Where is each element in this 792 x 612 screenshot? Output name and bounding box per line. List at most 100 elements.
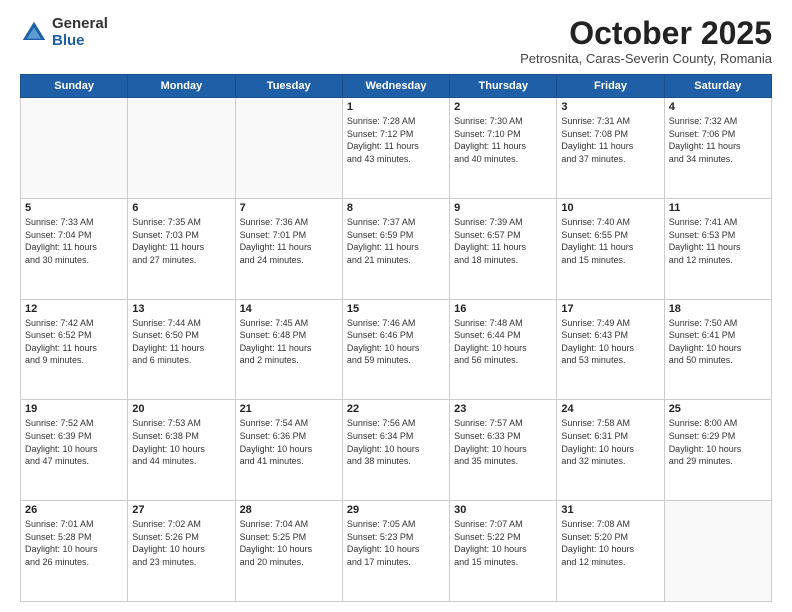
day-number: 6 <box>132 202 230 214</box>
calendar-cell: 15Sunrise: 7:46 AM Sunset: 6:46 PM Dayli… <box>342 299 449 400</box>
day-info: Sunrise: 7:53 AM Sunset: 6:38 PM Dayligh… <box>132 417 230 467</box>
title-section: October 2025 Petrosnita, Caras-Severin C… <box>520 16 772 66</box>
day-info: Sunrise: 7:33 AM Sunset: 7:04 PM Dayligh… <box>25 216 123 266</box>
calendar-table: SundayMondayTuesdayWednesdayThursdayFrid… <box>20 74 772 602</box>
calendar-cell: 9 Sunrise: 7:39 AM Sunset: 6:57 PM Daylig… <box>450 198 557 299</box>
calendar-cell: 27 Sunrise: 7:02 AM Sunset: 5:26 PM Dayli… <box>128 501 235 602</box>
day-number: 28 <box>240 504 338 516</box>
day-info: Sunrise: 7:50 AM Sunset: 6:41 PM Dayligh… <box>669 317 767 367</box>
day-number: 8 <box>347 202 445 214</box>
month-title: October 2025 <box>520 16 772 51</box>
day-number: 12 <box>25 303 123 315</box>
calendar-week-row: 26 Sunrise: 7:01 AM Sunset: 5:28 PM Dayli… <box>21 501 772 602</box>
calendar-cell: 14Sunrise: 7:45 AM Sunset: 6:48 PM Dayli… <box>235 299 342 400</box>
day-info: Sunrise: 7:57 AM Sunset: 6:33 PM Dayligh… <box>454 417 552 467</box>
day-info: Sunrise: 7:37 AM Sunset: 6:59 PM Dayligh… <box>347 216 445 266</box>
day-number: 29 <box>347 504 445 516</box>
calendar-week-row: 1 Sunrise: 7:28 AM Sunset: 7:12 PM Daylig… <box>21 98 772 199</box>
day-number: 3 <box>561 101 659 113</box>
calendar-cell: 12 Sunrise: 7:42 AM Sunset: 6:52 PM Dayli… <box>21 299 128 400</box>
day-number: 23 <box>454 403 552 415</box>
logo-blue-label: Blue <box>52 33 108 50</box>
calendar-cell: 25 Sunrise: 8:00 AM Sunset: 6:29 PM Dayli… <box>664 400 771 501</box>
day-number: 26 <box>25 504 123 516</box>
calendar-week-row: 5 Sunrise: 7:33 AM Sunset: 7:04 PM Daylig… <box>21 198 772 299</box>
logo: General Blue <box>20 16 108 49</box>
day-info: Sunrise: 7:39 AM Sunset: 6:57 PM Dayligh… <box>454 216 552 266</box>
calendar-cell: 5 Sunrise: 7:33 AM Sunset: 7:04 PM Daylig… <box>21 198 128 299</box>
calendar-cell: 18 Sunrise: 7:50 AM Sunset: 6:41 PM Dayli… <box>664 299 771 400</box>
location-subtitle: Petrosnita, Caras-Severin County, Romani… <box>520 51 772 66</box>
day-number: 31 <box>561 504 659 516</box>
calendar-cell <box>128 98 235 199</box>
day-info: Sunrise: 7:36 AM Sunset: 7:01 PM Dayligh… <box>240 216 338 266</box>
weekday-header-saturday: Saturday <box>664 75 771 98</box>
calendar-cell: 10Sunrise: 7:40 AM Sunset: 6:55 PM Dayli… <box>557 198 664 299</box>
calendar-cell: 24 Sunrise: 7:58 AM Sunset: 6:31 PM Dayli… <box>557 400 664 501</box>
day-info: Sunrise: 7:48 AM Sunset: 6:44 PM Dayligh… <box>454 317 552 367</box>
day-info: Sunrise: 7:31 AM Sunset: 7:08 PM Dayligh… <box>561 115 659 165</box>
calendar-cell: 29Sunrise: 7:05 AM Sunset: 5:23 PM Dayli… <box>342 501 449 602</box>
calendar-cell: 6 Sunrise: 7:35 AM Sunset: 7:03 PM Daylig… <box>128 198 235 299</box>
day-number: 1 <box>347 101 445 113</box>
day-number: 24 <box>561 403 659 415</box>
weekday-header-monday: Monday <box>128 75 235 98</box>
day-number: 18 <box>669 303 767 315</box>
day-info: Sunrise: 7:08 AM Sunset: 5:20 PM Dayligh… <box>561 518 659 568</box>
calendar-cell: 8 Sunrise: 7:37 AM Sunset: 6:59 PM Daylig… <box>342 198 449 299</box>
weekday-header-wednesday: Wednesday <box>342 75 449 98</box>
day-info: Sunrise: 7:45 AM Sunset: 6:48 PM Dayligh… <box>240 317 338 367</box>
day-number: 22 <box>347 403 445 415</box>
day-info: Sunrise: 7:49 AM Sunset: 6:43 PM Dayligh… <box>561 317 659 367</box>
day-info: Sunrise: 7:56 AM Sunset: 6:34 PM Dayligh… <box>347 417 445 467</box>
day-info: Sunrise: 7:52 AM Sunset: 6:39 PM Dayligh… <box>25 417 123 467</box>
calendar-cell: 28Sunrise: 7:04 AM Sunset: 5:25 PM Dayli… <box>235 501 342 602</box>
day-info: Sunrise: 7:28 AM Sunset: 7:12 PM Dayligh… <box>347 115 445 165</box>
day-info: Sunrise: 8:00 AM Sunset: 6:29 PM Dayligh… <box>669 417 767 467</box>
calendar-cell: 23 Sunrise: 7:57 AM Sunset: 6:33 PM Dayli… <box>450 400 557 501</box>
calendar-cell: 4Sunrise: 7:32 AM Sunset: 7:06 PM Daylig… <box>664 98 771 199</box>
calendar-cell <box>235 98 342 199</box>
weekday-header-thursday: Thursday <box>450 75 557 98</box>
day-number: 13 <box>132 303 230 315</box>
day-number: 25 <box>669 403 767 415</box>
day-number: 9 <box>454 202 552 214</box>
calendar-cell: 16 Sunrise: 7:48 AM Sunset: 6:44 PM Dayli… <box>450 299 557 400</box>
calendar-cell: 31 Sunrise: 7:08 AM Sunset: 5:20 PM Dayli… <box>557 501 664 602</box>
day-number: 4 <box>669 101 767 113</box>
day-number: 5 <box>25 202 123 214</box>
day-number: 7 <box>240 202 338 214</box>
day-number: 2 <box>454 101 552 113</box>
day-number: 27 <box>132 504 230 516</box>
calendar-week-row: 19Sunrise: 7:52 AM Sunset: 6:39 PM Dayli… <box>21 400 772 501</box>
calendar-cell: 11 Sunrise: 7:41 AM Sunset: 6:53 PM Dayli… <box>664 198 771 299</box>
day-number: 17 <box>561 303 659 315</box>
calendar-cell <box>21 98 128 199</box>
logo-text: General Blue <box>52 16 108 49</box>
page: General Blue October 2025 Petrosnita, Ca… <box>0 0 792 612</box>
weekday-header-sunday: Sunday <box>21 75 128 98</box>
day-info: Sunrise: 7:41 AM Sunset: 6:53 PM Dayligh… <box>669 216 767 266</box>
calendar-cell: 7 Sunrise: 7:36 AM Sunset: 7:01 PM Daylig… <box>235 198 342 299</box>
calendar-cell: 3 Sunrise: 7:31 AM Sunset: 7:08 PM Daylig… <box>557 98 664 199</box>
day-number: 16 <box>454 303 552 315</box>
calendar-cell: 22 Sunrise: 7:56 AM Sunset: 6:34 PM Dayli… <box>342 400 449 501</box>
day-number: 11 <box>669 202 767 214</box>
day-info: Sunrise: 7:40 AM Sunset: 6:55 PM Dayligh… <box>561 216 659 266</box>
day-info: Sunrise: 7:46 AM Sunset: 6:46 PM Dayligh… <box>347 317 445 367</box>
calendar-cell: 21Sunrise: 7:54 AM Sunset: 6:36 PM Dayli… <box>235 400 342 501</box>
header: General Blue October 2025 Petrosnita, Ca… <box>20 16 772 66</box>
calendar-cell: 2Sunrise: 7:30 AM Sunset: 7:10 PM Daylig… <box>450 98 557 199</box>
weekday-header-friday: Friday <box>557 75 664 98</box>
day-info: Sunrise: 7:35 AM Sunset: 7:03 PM Dayligh… <box>132 216 230 266</box>
day-info: Sunrise: 7:02 AM Sunset: 5:26 PM Dayligh… <box>132 518 230 568</box>
calendar-header-row: SundayMondayTuesdayWednesdayThursdayFrid… <box>21 75 772 98</box>
calendar-cell: 30Sunrise: 7:07 AM Sunset: 5:22 PM Dayli… <box>450 501 557 602</box>
day-number: 20 <box>132 403 230 415</box>
calendar-cell: 13 Sunrise: 7:44 AM Sunset: 6:50 PM Dayli… <box>128 299 235 400</box>
day-info: Sunrise: 7:01 AM Sunset: 5:28 PM Dayligh… <box>25 518 123 568</box>
calendar-cell: 1 Sunrise: 7:28 AM Sunset: 7:12 PM Daylig… <box>342 98 449 199</box>
day-info: Sunrise: 7:42 AM Sunset: 6:52 PM Dayligh… <box>25 317 123 367</box>
day-info: Sunrise: 7:58 AM Sunset: 6:31 PM Dayligh… <box>561 417 659 467</box>
day-info: Sunrise: 7:44 AM Sunset: 6:50 PM Dayligh… <box>132 317 230 367</box>
